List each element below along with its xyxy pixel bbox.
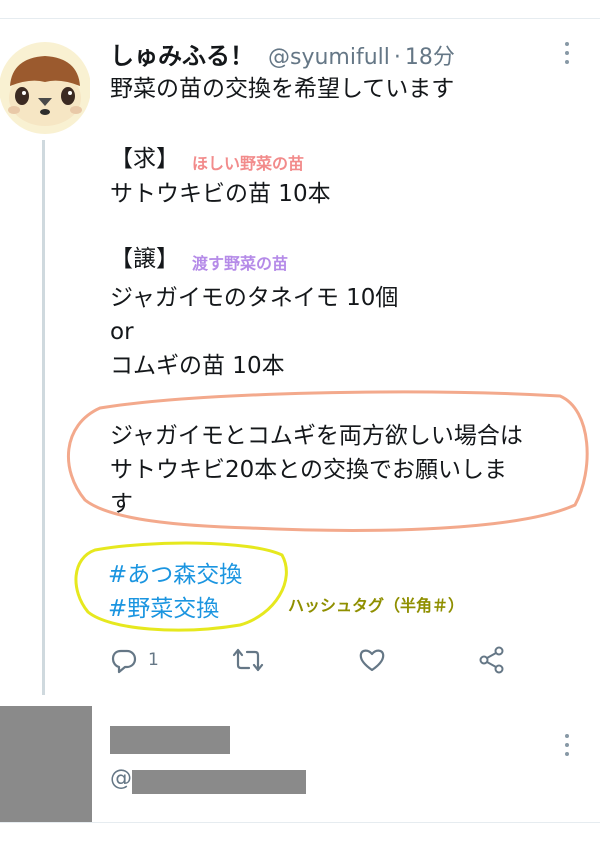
want-label: 【求】 — [110, 146, 179, 172]
tweet-header: しゅみふる！ @syumifull · 18分 — [110, 36, 455, 72]
reply-button[interactable]: 1 — [110, 645, 159, 675]
avatar-image — [0, 42, 91, 134]
want-item: サトウキビの苗 10本 — [110, 181, 331, 207]
redacted-avatar — [0, 706, 92, 822]
sparrow-avatar-icon[interactable] — [0, 38, 91, 134]
reply-icon — [111, 649, 137, 674]
tweet-timestamp[interactable]: 18分 — [405, 39, 455, 71]
tweet-line-intro: 野菜の苗の交換を希望しています — [110, 76, 455, 102]
hashtag-link-1[interactable]: #あつ森交換 — [108, 560, 242, 590]
retweet-button[interactable] — [232, 645, 264, 675]
give-item-2: コムギの苗 10本 — [110, 353, 285, 379]
hashtag-link-2[interactable]: #野菜交換 — [108, 594, 219, 624]
display-name[interactable]: しゅみふる！ — [110, 36, 254, 71]
note-line-1: ジャガイモとコムギを両方欲しい場合は — [110, 423, 523, 449]
annotation-want: ほしい野菜の苗 — [192, 154, 305, 173]
annotation-give: 渡す野菜の苗 — [192, 254, 289, 273]
separator-dot: · — [393, 45, 401, 70]
top-divider — [0, 18, 600, 19]
or-text: or — [110, 319, 134, 345]
thread-connector-line — [42, 140, 45, 695]
share-icon — [479, 646, 504, 674]
give-item-1: ジャガイモのタネイモ 10個 — [110, 285, 399, 311]
more-options-icon[interactable] — [556, 38, 578, 68]
bottom-divider — [0, 822, 600, 823]
user-handle[interactable]: @syumifull — [268, 45, 390, 70]
give-label: 【譲】 — [110, 246, 179, 272]
tweet-action-bar: 1 — [110, 645, 510, 675]
reply-handle-prefix: @ — [110, 766, 132, 791]
redacted-handle — [132, 770, 306, 794]
note-line-2: サトウキビ20本との交換でお願いしま — [110, 457, 508, 483]
heart-icon — [359, 649, 385, 672]
retweet-icon — [232, 648, 264, 672]
redacted-display-name — [110, 726, 230, 754]
reply-more-options-icon[interactable] — [556, 730, 578, 760]
share-button[interactable] — [478, 645, 506, 675]
note-line-3: す — [110, 491, 133, 517]
like-button[interactable] — [358, 645, 386, 675]
reply-count: 1 — [148, 650, 159, 670]
annotation-hashtag: ハッシュタグ（半角＃） — [288, 596, 465, 615]
